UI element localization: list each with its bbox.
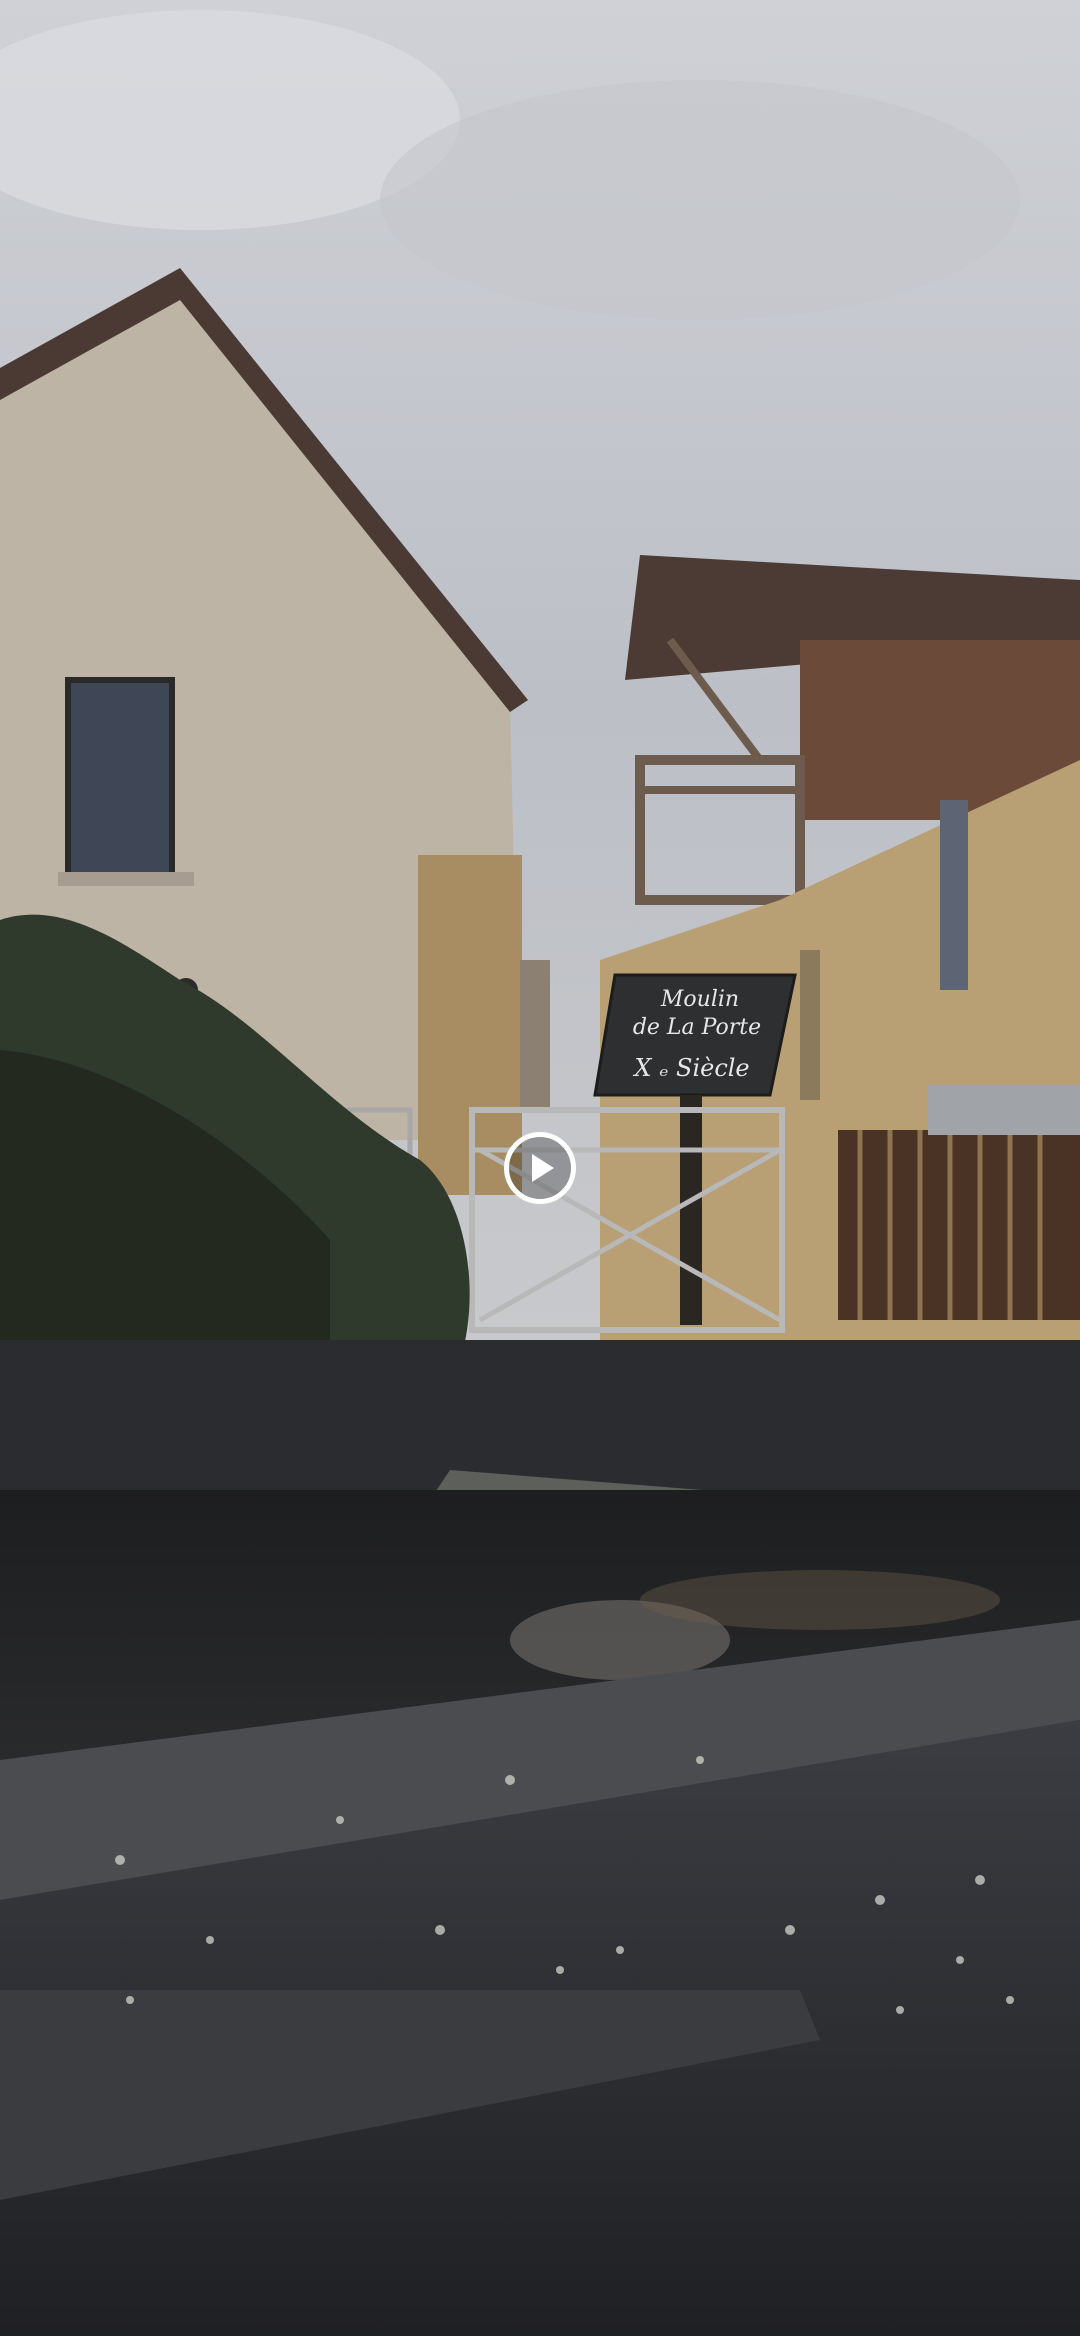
water-reflection [640, 1570, 1000, 1630]
sign-line-3: X ₑ Siècle [632, 1054, 749, 1082]
left-house-window [65, 677, 175, 879]
mill-window [800, 950, 820, 1100]
canal-wall [0, 1340, 1080, 1490]
wooden-fence [838, 1130, 1080, 1320]
sign-line-2: de La Porte [633, 1015, 761, 1040]
play-icon[interactable] [532, 1154, 554, 1182]
mill-window [940, 800, 968, 990]
window-sill [58, 872, 194, 886]
fence-top-rail [928, 1085, 1080, 1135]
sign-line-1: Moulin [660, 987, 739, 1012]
play-button[interactable] [504, 1132, 576, 1204]
video-viewer[interactable]: Moulin de La Porte X ₑ Siècle [0, 0, 1080, 2336]
cloud [380, 80, 1020, 320]
back-building [520, 960, 550, 1110]
sign-post [680, 1095, 702, 1325]
